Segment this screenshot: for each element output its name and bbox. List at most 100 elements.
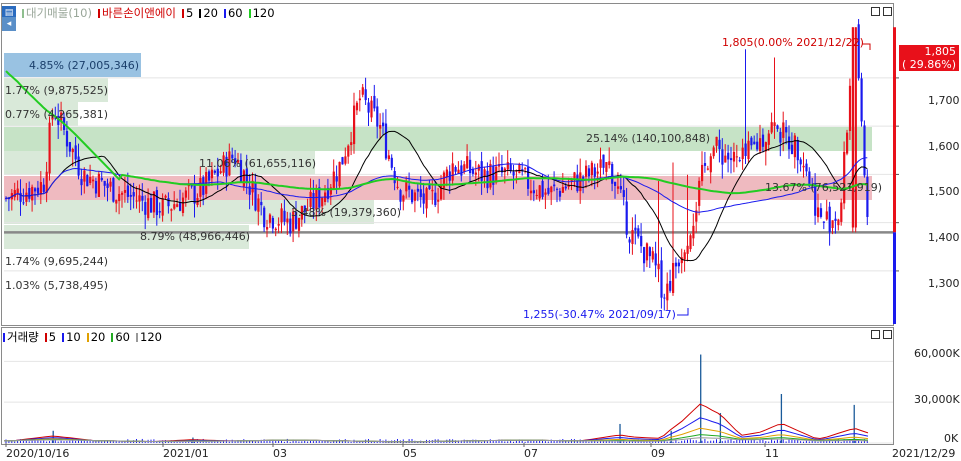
vol-ma10-label: 10 xyxy=(66,330,81,344)
high-annotation: 1,805(0.00% 2021/12/22) xyxy=(722,36,864,49)
candle-body xyxy=(190,185,193,187)
price-range-marker-down xyxy=(893,232,896,324)
volume-panel-maximize-icon[interactable] xyxy=(871,330,880,339)
x-tick-label: 07 xyxy=(524,447,538,460)
candle-body xyxy=(744,143,747,157)
candle-body xyxy=(83,170,86,182)
x-tick-label: 09 xyxy=(651,447,665,460)
ma60-legend[interactable]: 60 xyxy=(223,6,243,20)
candle-body xyxy=(22,202,25,204)
stock-name-legend[interactable]: 바른손이앤에이 xyxy=(97,5,176,21)
candle-body xyxy=(309,191,312,207)
candle-body xyxy=(434,192,437,206)
candle-body xyxy=(416,188,419,192)
candle-body xyxy=(802,165,805,168)
supply-zone-label: 1.74% (9,695,244) xyxy=(5,255,109,268)
candle-body xyxy=(181,197,185,213)
candle-body xyxy=(724,155,727,163)
candle-body xyxy=(605,162,608,172)
candle-body xyxy=(179,202,182,211)
ma20-legend[interactable]: 20 xyxy=(199,6,218,20)
vol-ma20-legend[interactable]: 20 xyxy=(86,330,105,344)
candle-body xyxy=(280,208,283,223)
vol-ma120-legend[interactable]: 120 xyxy=(136,330,162,344)
current-price: 1,805 xyxy=(924,45,957,58)
price-y-tick: 1,600 xyxy=(928,140,960,153)
candle-body xyxy=(16,188,19,194)
candle-body xyxy=(138,195,141,202)
candle-body xyxy=(332,171,335,189)
volume-legend-main[interactable]: 거래량 xyxy=(3,329,39,345)
candle-body xyxy=(788,136,791,150)
candle-body xyxy=(674,262,678,267)
candle-body xyxy=(564,186,567,189)
candle-body xyxy=(785,127,788,133)
candle-body xyxy=(660,260,663,298)
candle-body xyxy=(614,181,617,186)
candle-body xyxy=(628,239,631,243)
candle-body xyxy=(822,221,825,223)
candle-body xyxy=(384,123,388,159)
price-y-tick: 1,700 xyxy=(928,94,960,107)
candle-body xyxy=(390,157,393,168)
candle-body xyxy=(524,168,527,170)
candle-body xyxy=(509,164,512,171)
candle-body xyxy=(793,135,796,158)
panel-toggle-icon[interactable]: ◂ xyxy=(2,17,16,31)
candle-body xyxy=(611,164,614,184)
candle-body xyxy=(353,105,356,145)
candle-body xyxy=(147,198,150,219)
candle-body xyxy=(289,218,292,234)
price-y-tick: 1,400 xyxy=(928,231,960,244)
candle-body xyxy=(399,190,402,202)
vol-ma5-legend[interactable]: 5 xyxy=(44,330,56,344)
candle-body xyxy=(538,185,541,199)
candle-body xyxy=(405,182,408,192)
volume-legend: 거래량 5 10 20 60 120 xyxy=(3,330,162,344)
candle-body xyxy=(268,214,272,223)
candle-body xyxy=(94,181,98,194)
volume-y-tick: 30,000K xyxy=(914,393,960,406)
candle-body xyxy=(672,263,675,293)
current-change: ( 29.86%) xyxy=(901,58,957,71)
candle-body xyxy=(602,154,605,168)
candle-body xyxy=(631,230,634,244)
candle-body xyxy=(347,145,350,157)
candle-body xyxy=(89,176,92,184)
supply-zone-label: 11.06% (61,655,116) xyxy=(199,157,317,170)
candle-body xyxy=(495,166,498,183)
candle-body xyxy=(825,211,828,220)
candle-body xyxy=(373,95,376,109)
ma120-legend[interactable]: 120 xyxy=(248,6,275,20)
candle-body xyxy=(553,184,556,187)
candle-body xyxy=(573,172,576,179)
candle-body xyxy=(776,125,779,129)
candle-body xyxy=(454,167,457,172)
volume-profile-legend[interactable]: 대기매물(10) xyxy=(22,5,92,21)
candle-body xyxy=(210,169,214,179)
ma5-legend[interactable]: 5 xyxy=(182,6,193,20)
low-arrow xyxy=(677,308,689,316)
price-panel-close-icon[interactable] xyxy=(883,7,892,16)
candle-body xyxy=(408,185,411,190)
candle-body xyxy=(619,186,622,190)
candle-body xyxy=(382,122,385,127)
vol-ma60-legend[interactable]: 60 xyxy=(111,330,130,344)
candle-body xyxy=(419,189,422,198)
candle-body xyxy=(576,174,579,192)
candle-body xyxy=(759,138,762,152)
candle-body xyxy=(735,156,738,158)
candle-body xyxy=(750,137,753,146)
candle-body xyxy=(48,122,51,174)
candle-body xyxy=(712,147,715,157)
candle-body xyxy=(260,201,263,206)
candle-body xyxy=(42,184,45,192)
price-legend: ▤ 대기매물(10) 바른손이앤에이 5 20 60 120 xyxy=(2,5,275,21)
candle-body xyxy=(358,98,361,101)
candle-body xyxy=(451,163,454,181)
supply-zone-label: 1.03% (5,738,495) xyxy=(5,279,109,292)
candle-body xyxy=(283,210,286,222)
price-panel-maximize-icon[interactable] xyxy=(871,7,880,16)
volume-panel-close-icon[interactable] xyxy=(883,330,892,339)
vol-ma10-legend[interactable]: 10 xyxy=(62,330,81,344)
